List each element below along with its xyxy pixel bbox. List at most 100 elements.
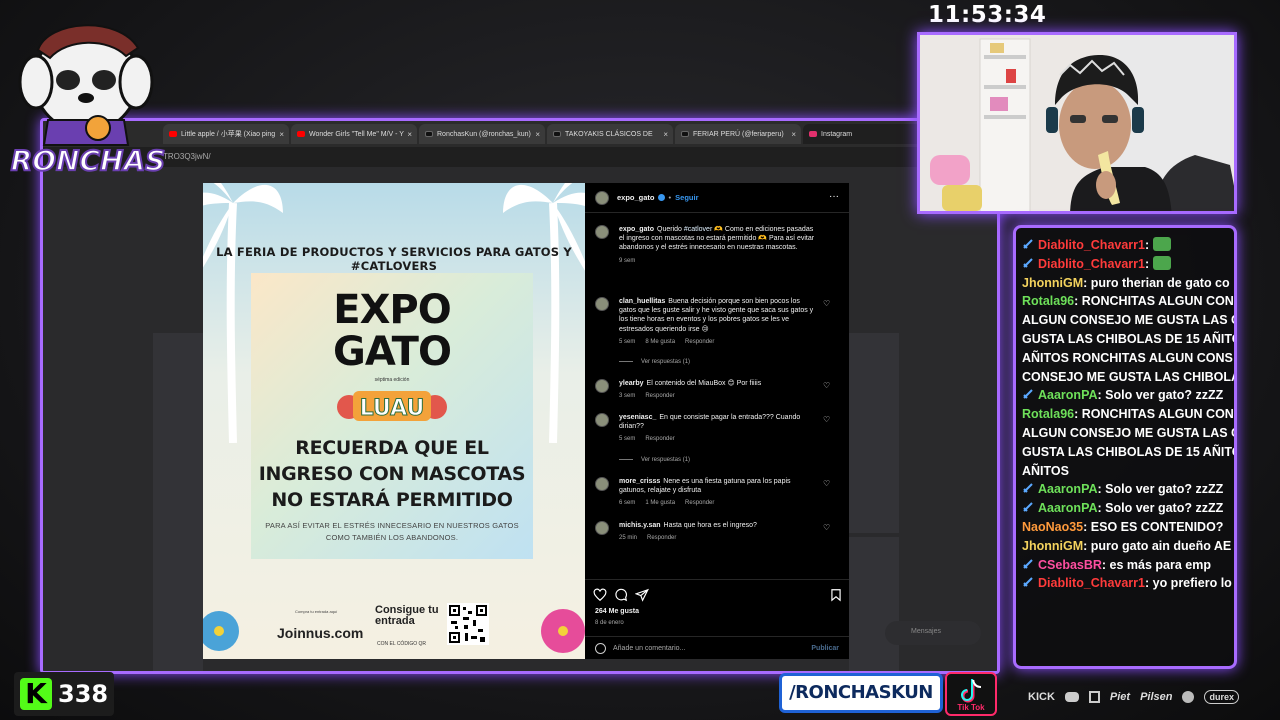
chat-username[interactable]: NaoNao35 (1022, 520, 1083, 534)
comment-meta: 6 sem 1 Me gusta Responder (619, 500, 715, 507)
avatar[interactable] (595, 413, 609, 427)
poster-headline: LA FERIA DE PRODUCTOS Y SERVICIOS PARA G… (216, 245, 572, 273)
reply-button[interactable]: Responder (645, 436, 674, 442)
chat-message: GUSTA LAS CHIBOLAS DE 15 AÑITO (1022, 443, 1237, 462)
comment-author[interactable]: yeseniasc_ (619, 414, 656, 421)
comment-input[interactable]: Añade un comentario... Publicar (585, 636, 849, 660)
reply-button[interactable]: Responder (685, 339, 714, 345)
instagram-icon (809, 131, 817, 137)
browser-tab[interactable]: RonchasKun (@ronchas_kun) × (419, 124, 545, 144)
sponsor-pilsen: Pilsen (1140, 691, 1173, 703)
youtube-icon (169, 131, 177, 137)
avatar[interactable] (595, 477, 609, 491)
sponsor-kick: KICK (1028, 691, 1055, 703)
background-post (849, 537, 899, 671)
like-comment-icon[interactable]: ♡ (823, 523, 831, 532)
post-author[interactable]: expo_gato (617, 193, 655, 202)
chat-username[interactable]: JhonniGM (1022, 276, 1083, 290)
chat-username[interactable]: Diablito_Chavarr1 (1038, 576, 1145, 590)
emoji-icon[interactable] (595, 643, 606, 654)
like-comment-icon[interactable]: ♡ (823, 299, 831, 308)
reply-button[interactable]: Responder (647, 535, 676, 541)
close-tab-icon[interactable]: × (535, 130, 540, 139)
comment-author[interactable]: more_crisss (619, 478, 660, 485)
tiktok-icon (553, 131, 561, 137)
browser-tab-active[interactable]: Instagram× (803, 124, 929, 144)
avatar[interactable] (595, 379, 609, 393)
comment-meta: 5 sem Responder (619, 436, 675, 443)
more-options-icon[interactable]: ··· (829, 191, 839, 202)
reply-button[interactable]: Responder (645, 393, 674, 399)
comment-icon[interactable] (614, 588, 628, 602)
chat-text: AÑITOS RONCHITAS ALGUN CONS (1022, 350, 1233, 365)
close-tab-icon[interactable]: × (407, 130, 412, 139)
browser-tab[interactable]: Little apple / 小苹果 (Xiao ping × (163, 124, 289, 144)
comment-author[interactable]: clan_huellitas (619, 298, 665, 305)
hashtag-link[interactable]: #catlover (684, 226, 712, 233)
view-replies-button[interactable]: Ver respuestas (1) (619, 457, 690, 463)
messages-button[interactable]: Mensajes (885, 621, 981, 645)
social-handle: /RONCHASKUN (789, 682, 933, 703)
chat-text: : (1144, 238, 1150, 252)
close-tab-icon[interactable]: × (279, 130, 284, 139)
webcam-feed (917, 32, 1237, 214)
comment-author[interactable]: michis.y.san (619, 522, 661, 529)
chat-username[interactable]: Rotala96 (1022, 407, 1074, 421)
like-comment-icon[interactable]: ♡ (823, 415, 831, 424)
chat-message: CONSEJO ME GUSTA LAS CHIBOLA (1022, 368, 1234, 387)
avatar[interactable] (595, 190, 609, 205)
tiktok-icon (681, 131, 689, 137)
follow-button[interactable]: Seguir (675, 193, 698, 202)
browser-tab[interactable]: TAKOYAKIS CLÁSICOS DE × (547, 124, 673, 144)
address-bar[interactable]: TRO3Q3jwN/ (43, 147, 997, 167)
background-post (849, 333, 899, 533)
like-comment-icon[interactable]: ♡ (823, 381, 831, 390)
reply-button[interactable]: Responder (685, 500, 714, 506)
browser-tab-bar: Little apple / 小苹果 (Xiao ping × Wonder Gi… (43, 121, 997, 147)
gato-word: GATO (333, 329, 452, 375)
save-icon[interactable] (829, 588, 843, 602)
chat-username[interactable]: AaaronPA (1038, 482, 1098, 496)
avatar[interactable] (595, 225, 609, 239)
browser-tab[interactable]: Wonder Girls "Tell Me" M/V - Y × (291, 124, 417, 144)
likes-count[interactable]: 264 Me gusta (595, 608, 639, 615)
like-icon[interactable] (593, 588, 607, 602)
caption-author[interactable]: expo_gato (619, 226, 654, 233)
tiktok-icon (425, 131, 433, 137)
chat-message: Rotala96: RONCHITAS ALGUN CON (1022, 405, 1234, 424)
like-comment-icon[interactable]: ♡ (823, 479, 831, 488)
post-image[interactable]: LA FERIA DE PRODUCTOS Y SERVICIOS PARA G… (203, 183, 585, 659)
chat-message: Rotala96: RONCHITAS ALGUN CON (1022, 292, 1234, 311)
chat-username[interactable]: AaaronPA (1038, 501, 1098, 515)
qr-code (447, 603, 489, 645)
comment-body: clan_huellitas Buena decisión porque son … (619, 298, 814, 333)
avatar[interactable] (595, 297, 609, 311)
chat-username[interactable]: CSebasBR (1038, 558, 1102, 572)
publish-button[interactable]: Publicar (811, 645, 839, 652)
chat-username[interactable]: Diablito_Chavarr1 (1038, 257, 1145, 271)
tiktok-badge: Tik Tok (945, 672, 997, 716)
chat-messages: Diablito_Chavarr1: Diablito_Chavarr1: Jhon… (1022, 236, 1237, 593)
chat-text: GUSTA LAS CHIBOLAS DE 15 AÑITO (1022, 444, 1237, 459)
close-tab-icon[interactable]: × (791, 130, 796, 139)
view-replies-button[interactable]: Ver respuestas (1) (619, 359, 690, 365)
consigue-entrada: Consigue tu entrada (375, 604, 439, 627)
chat-username[interactable]: Rotala96 (1022, 294, 1074, 308)
chat-text: : RONCHITAS ALGUN CON (1074, 294, 1234, 309)
comment-body: yeseniasc_ En que consiste pagar la entra… (619, 414, 801, 431)
sword-badge-icon (1023, 239, 1033, 249)
sponsor-durex: durex (1204, 690, 1239, 704)
comment-author[interactable]: ylearby (619, 380, 644, 387)
sword-badge-icon (1023, 502, 1033, 512)
chat-username[interactable]: Diablito_Chavarr1 (1038, 238, 1145, 252)
close-tab-icon[interactable]: × (663, 130, 668, 139)
chat-username[interactable]: AaaronPA (1038, 388, 1098, 402)
social-handle-box: /RONCHASKUN (779, 673, 943, 713)
share-icon[interactable] (635, 588, 649, 602)
browser-tab[interactable]: FERIAR PERÚ (@feriarperu) × (675, 124, 801, 144)
youtube-icon (297, 131, 305, 137)
comment-meta: 5 sem 8 Me gusta Responder (619, 338, 715, 345)
caption: expo_gato Querido #catlover 🫶 Como en edi… (595, 225, 839, 266)
chat-username[interactable]: JhonniGM (1022, 539, 1083, 553)
avatar[interactable] (595, 521, 609, 535)
